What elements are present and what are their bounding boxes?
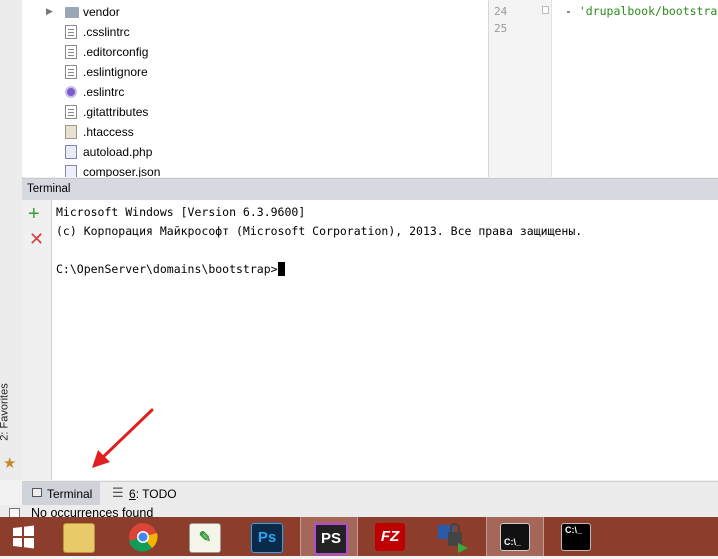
close-session-icon[interactable]: ✕ <box>29 229 44 249</box>
line-number: 25 <box>494 22 508 35</box>
terminal-title: Terminal <box>27 183 71 195</box>
favorites-label: 2: Favorites <box>0 383 11 441</box>
tab-label: 6: TODO <box>129 487 177 501</box>
terminal-prompt: C:\OpenServer\domains\bootstrap> <box>56 262 278 276</box>
line-number: 24 <box>494 5 508 18</box>
tree-item-htaccess[interactable]: .htaccess <box>22 122 482 142</box>
tree-item-editorconfig[interactable]: .editorconfig <box>22 42 482 62</box>
code-editor[interactable]: 24 25 - 'drupalbook/bootstra <box>489 0 718 177</box>
notepad-plus-icon[interactable]: ✎ <box>176 517 234 556</box>
tool-window-bar: Terminal ☰ 6: TODO <box>22 481 718 505</box>
star-icon[interactable]: ★ <box>3 454 16 472</box>
project-tree: ▶ vendor .csslintrc .editorconfig .eslin… <box>22 0 489 177</box>
taskbar: ✎ Ps PS FZ C:\_ C:\_ <box>0 517 718 556</box>
expand-arrow-icon[interactable]: ▶ <box>46 6 53 17</box>
todo-icon: ☰ <box>112 485 124 500</box>
tree-item-csslintrc[interactable]: .csslintrc <box>22 22 482 42</box>
file-explorer-icon[interactable] <box>50 517 108 556</box>
photoshop-icon[interactable]: Ps <box>238 517 296 556</box>
text-file-icon <box>65 105 77 119</box>
tree-item-vendor[interactable]: ▶ vendor <box>22 2 482 22</box>
tree-item-label: .eslintrc <box>83 85 125 99</box>
text-file-icon <box>65 25 77 39</box>
terminal-icon <box>32 488 42 497</box>
tree-item-composer-json[interactable]: composer.json <box>22 162 482 177</box>
terminal-prompt-line: C:\OpenServer\domains\bootstrap> <box>56 262 285 276</box>
fold-marker-icon[interactable] <box>542 6 549 14</box>
json-file-icon <box>65 165 77 177</box>
phpstorm-icon[interactable]: PS <box>300 517 358 556</box>
network-lock-icon[interactable] <box>424 517 482 556</box>
tree-item-label: .eslintignore <box>83 65 148 79</box>
code-line[interactable]: - 'drupalbook/bootstra <box>565 4 717 18</box>
tree-item-label: .editorconfig <box>83 45 149 59</box>
tab-terminal[interactable]: Terminal <box>22 482 100 505</box>
favorites-tab[interactable]: 2: Favorites <box>0 380 20 450</box>
tree-item-label: .htaccess <box>83 125 134 139</box>
terminal-side-toolbar: + ✕ <box>22 200 52 480</box>
console-icon[interactable]: C:\_ <box>486 517 544 556</box>
tab-todo[interactable]: ☰ 6: TODO <box>112 482 182 505</box>
terminal-line: (c) Корпорация Майкрософт (Microsoft Cor… <box>56 224 583 238</box>
code-string: 'drupalbook/bootstra <box>578 4 718 18</box>
filezilla-icon[interactable]: FZ <box>362 517 420 556</box>
tree-item-label: vendor <box>83 5 120 19</box>
tree-item-eslintrc[interactable]: .eslintrc <box>22 82 482 102</box>
new-session-icon[interactable]: + <box>28 204 40 224</box>
terminal-line: Microsoft Windows [Version 6.3.9600] <box>56 205 306 219</box>
terminal-header: Terminal <box>22 178 718 201</box>
php-file-icon <box>65 145 77 159</box>
code-dash: - <box>565 4 579 18</box>
tree-item-label: .csslintrc <box>83 25 130 39</box>
tree-item-label: composer.json <box>83 165 161 177</box>
folder-icon <box>65 7 79 18</box>
eslint-icon <box>65 86 77 98</box>
text-file-icon <box>65 65 77 79</box>
annotation-arrow <box>92 408 154 468</box>
tree-item-label: autoload.php <box>83 145 153 159</box>
text-cursor <box>277 262 285 276</box>
config-file-icon <box>65 125 77 139</box>
chrome-icon[interactable] <box>114 517 172 556</box>
tree-item-autoload-php[interactable]: autoload.php <box>22 142 482 162</box>
favorites-strip: 2: Favorites ★ <box>0 0 23 480</box>
line-gutter: 24 25 <box>489 0 552 177</box>
cmd-icon[interactable]: C:\_ <box>548 517 606 556</box>
text-file-icon <box>65 45 77 59</box>
tree-item-eslintignore[interactable]: .eslintignore <box>22 62 482 82</box>
tab-label: Terminal <box>47 487 93 501</box>
windows-start-icon[interactable] <box>0 517 46 556</box>
tree-item-label: .gitattributes <box>83 105 149 119</box>
tree-item-gitattributes[interactable]: .gitattributes <box>22 102 482 122</box>
